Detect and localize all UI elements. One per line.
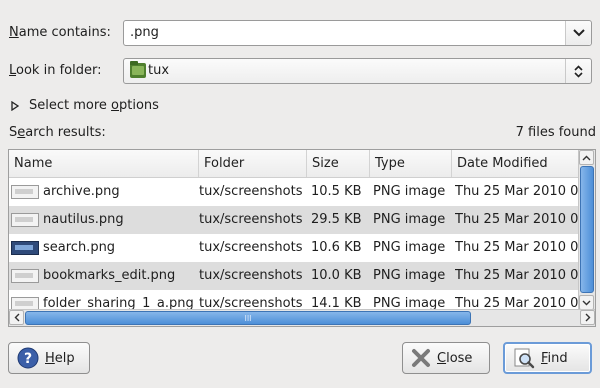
triangle-right-icon: [11, 101, 19, 111]
table-body: archive.png tux/screenshots 10.5 KB PNG …: [9, 178, 578, 310]
row-name: folder_sharing_1_a.png: [43, 296, 194, 310]
row-size: 10.5 KB: [311, 184, 362, 199]
column-header-size[interactable]: Size: [307, 150, 370, 177]
row-folder: tux/screenshots: [199, 240, 303, 255]
scroll-left-button[interactable]: [9, 310, 24, 325]
row-type: PNG image: [373, 296, 446, 310]
folder-value: tux: [148, 63, 170, 78]
name-contains-value[interactable]: .png: [130, 21, 159, 45]
row-type: PNG image: [373, 184, 446, 199]
row-size: 29.5 KB: [311, 212, 362, 227]
chevron-left-icon: [14, 313, 19, 322]
row-name: search.png: [43, 240, 116, 255]
find-magnifier-icon: [514, 348, 535, 369]
scroll-up-button[interactable]: [579, 150, 594, 165]
horizontal-scrollbar[interactable]: III: [9, 309, 595, 326]
look-in-folder-combo[interactable]: tux: [123, 58, 592, 84]
name-dropdown-button[interactable]: [565, 21, 591, 45]
row-date: Thu 25 Mar 2010 0: [455, 240, 578, 255]
horizontal-scroll-thumb[interactable]: III: [25, 311, 471, 325]
select-more-options-expander[interactable]: Select more options: [11, 96, 159, 116]
look-in-folder-label: Look in folder:: [9, 63, 102, 78]
folder-icon: [130, 61, 146, 78]
table-row[interactable]: search.png tux/screenshots 10.6 KB PNG i…: [9, 234, 578, 262]
folder-updown-button[interactable]: [565, 59, 591, 83]
row-name: archive.png: [43, 184, 120, 199]
scroll-down-button[interactable]: [579, 295, 594, 310]
scroll-right-button[interactable]: [580, 310, 595, 325]
row-date: Thu 25 Mar 2010 0: [455, 268, 578, 283]
svg-text:?: ?: [24, 351, 32, 367]
row-size: 14.1 KB: [311, 296, 362, 310]
name-contains-label: Name contains:: [9, 25, 111, 40]
help-label: Help: [45, 350, 75, 366]
row-name: bookmarks_edit.png: [43, 268, 176, 283]
column-header-date-modified[interactable]: Date Modified: [452, 150, 578, 177]
help-icon: ?: [17, 347, 39, 369]
search-results-table[interactable]: Name Folder Size Type Date Modified arch…: [8, 149, 596, 327]
row-folder: tux/screenshots: [199, 212, 303, 227]
chevron-down-icon: [572, 29, 585, 37]
vertical-scroll-thumb[interactable]: [580, 166, 594, 293]
chevron-right-icon: [585, 313, 590, 322]
row-date: Thu 25 Mar 2010 0: [455, 184, 578, 199]
doc-thumb-icon: [11, 269, 39, 283]
updown-arrows-icon: [574, 64, 583, 78]
row-type: PNG image: [373, 212, 446, 227]
chevron-down-icon: [582, 300, 591, 305]
close-x-icon: [412, 349, 430, 367]
row-folder: tux/screenshots: [199, 184, 303, 199]
row-type: PNG image: [373, 268, 446, 283]
column-header-name[interactable]: Name: [9, 150, 199, 177]
screenshot-thumb-icon: [11, 241, 39, 255]
column-header-type[interactable]: Type: [370, 150, 452, 177]
row-type: PNG image: [373, 240, 446, 255]
row-date: Thu 25 Mar 2010 0: [455, 296, 578, 310]
row-folder: tux/screenshots: [199, 296, 303, 310]
files-found-count: 7 files found: [515, 125, 596, 140]
doc-thumb-icon: [11, 213, 39, 227]
close-label: Close: [437, 350, 473, 366]
doc-thumb-icon: [11, 185, 39, 199]
column-header-folder[interactable]: Folder: [199, 150, 307, 177]
find-label: Find: [541, 350, 568, 366]
row-folder: tux/screenshots: [199, 268, 303, 283]
chevron-up-icon: [582, 155, 591, 160]
table-row[interactable]: nautilus.png tux/screenshots 29.5 KB PNG…: [9, 206, 578, 234]
vertical-scrollbar[interactable]: [578, 150, 595, 310]
row-size: 10.0 KB: [311, 268, 362, 283]
table-row[interactable]: folder_sharing_1_a.png tux/screenshots 1…: [9, 290, 578, 310]
select-more-options-label: Select more options: [29, 98, 159, 113]
row-date: Thu 25 Mar 2010 0: [455, 212, 578, 227]
row-name: nautilus.png: [43, 212, 124, 227]
table-row[interactable]: archive.png tux/screenshots 10.5 KB PNG …: [9, 178, 578, 206]
search-results-label: Search results:: [9, 125, 106, 140]
table-row[interactable]: bookmarks_edit.png tux/screenshots 10.0 …: [9, 262, 578, 290]
name-contains-input[interactable]: .png: [123, 20, 592, 46]
row-size: 10.6 KB: [311, 240, 362, 255]
help-button[interactable]: ? Help: [8, 342, 90, 374]
close-button[interactable]: Close: [402, 342, 490, 374]
find-button[interactable]: Find: [503, 342, 592, 374]
table-header: Name Folder Size Type Date Modified: [9, 150, 578, 178]
